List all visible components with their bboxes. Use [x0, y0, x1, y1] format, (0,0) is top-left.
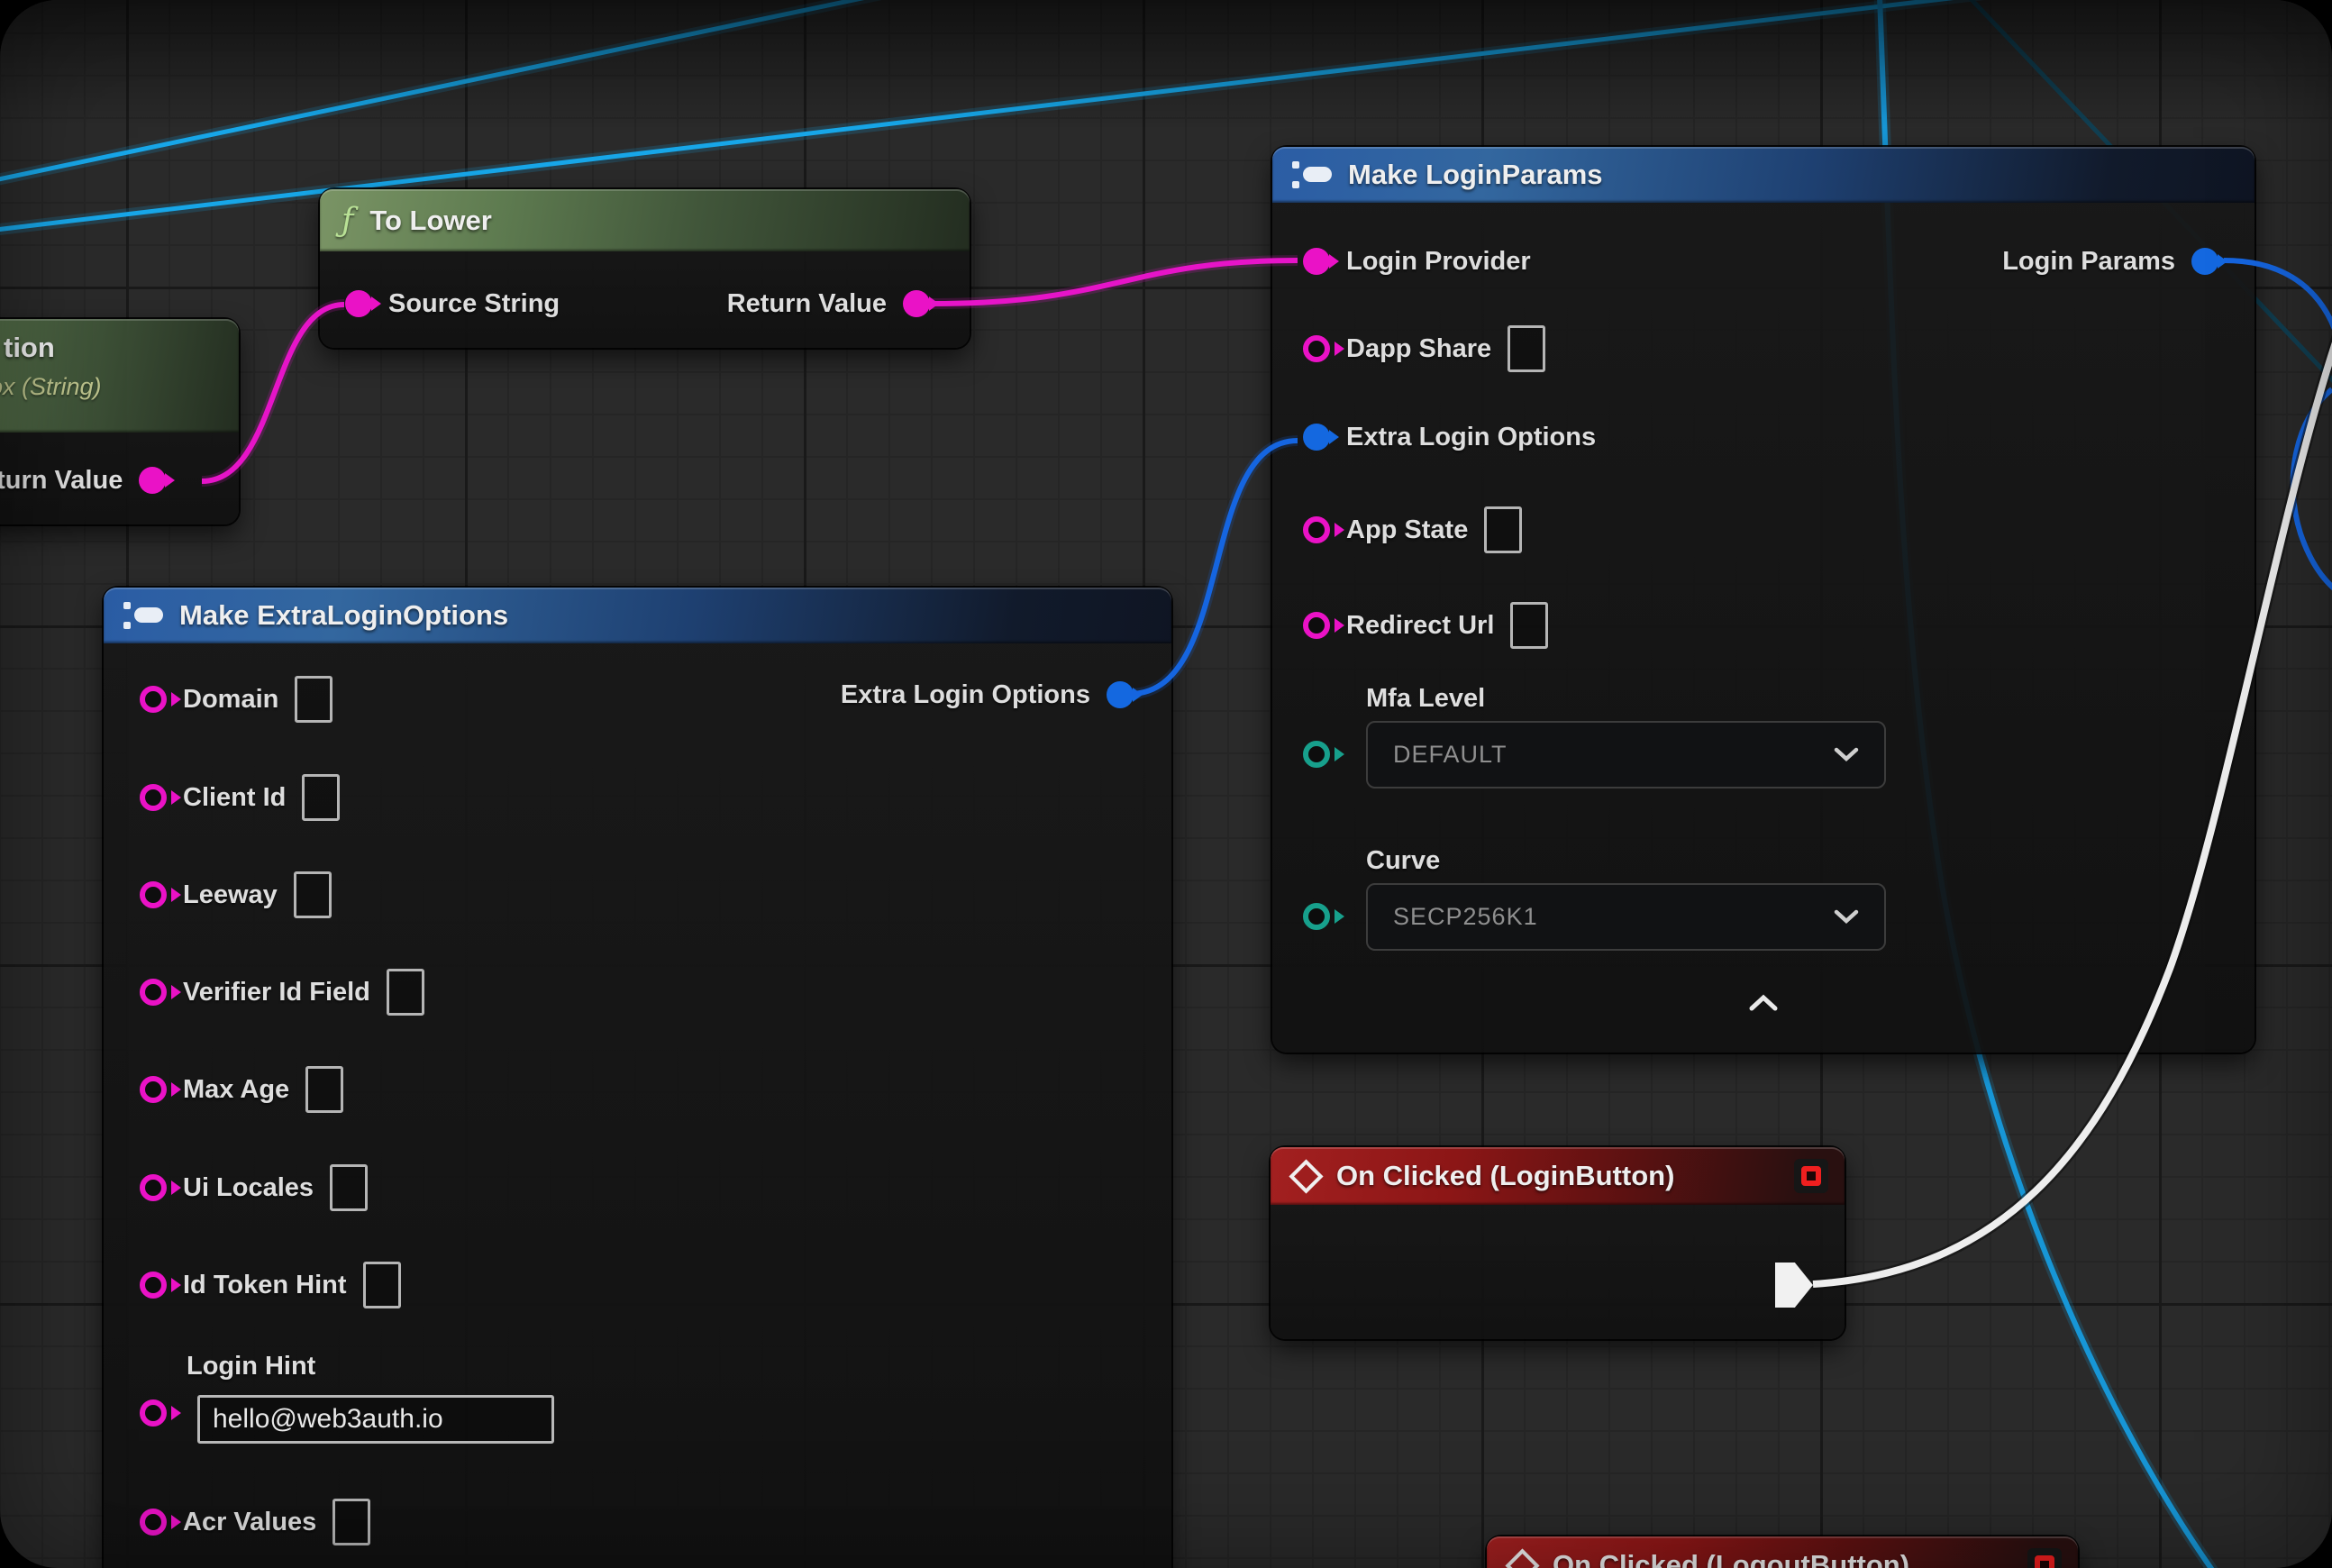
function-icon: ƒ: [342, 202, 353, 239]
pin-label: Max Age: [183, 1075, 289, 1105]
return-value-pin[interactable]: [139, 467, 166, 494]
login-params-out-pin[interactable]: [2191, 248, 2218, 275]
node-make-login-params[interactable]: Make LoginParams Login Params Login Prov…: [1272, 147, 2255, 1053]
login-provider-pin[interactable]: [1303, 248, 1330, 275]
curve-dropdown[interactable]: SECP256K1: [1366, 883, 1886, 951]
node-title: To Lower: [369, 205, 491, 237]
pin-label: Redirect Url: [1346, 611, 1494, 641]
pin-label: Extra Login Options: [841, 680, 1090, 710]
node-header: Make ExtraLoginOptions: [104, 588, 1171, 643]
leeway-value-box[interactable]: [294, 871, 332, 918]
event-diamond-icon: [1505, 1548, 1539, 1568]
dapp-share-value-box[interactable]: [1508, 325, 1545, 372]
mfa-level-label: Mfa Level: [1366, 684, 1485, 714]
node-to-lower-header: ƒ To Lower: [320, 189, 970, 251]
pin-label: Verifier Id Field: [183, 978, 370, 1007]
redirect-url-pin[interactable]: [1303, 612, 1330, 639]
pin-label: Leeway: [183, 880, 278, 910]
node-subtitle: ox (String): [0, 373, 102, 401]
extra-login-options-in-pin[interactable]: [1303, 424, 1330, 451]
domain-value-box[interactable]: [295, 676, 332, 723]
login-hint-input[interactable]: [197, 1395, 554, 1444]
id-token-hint-value-box[interactable]: [363, 1262, 401, 1308]
dapp-share-pin[interactable]: [1303, 335, 1330, 362]
bound-event-icon: [2027, 1548, 2062, 1568]
ui-locales-value-box[interactable]: [330, 1164, 368, 1211]
mfa-level-value: DEFAULT: [1393, 741, 1508, 769]
pin-label: Extra Login Options: [1346, 423, 1596, 452]
node-make-extra-login-options[interactable]: Make ExtraLoginOptions Extra Login Optio…: [104, 588, 1171, 1568]
extra-login-options-out-pin[interactable]: [1107, 681, 1134, 708]
node-title: Make ExtraLoginOptions: [179, 599, 508, 632]
pin-label: Ui Locales: [183, 1173, 314, 1203]
acr-values-value-box[interactable]: [332, 1499, 370, 1545]
pin-label: Login Params: [2002, 247, 2175, 277]
exec-out-pin[interactable]: [1775, 1263, 1813, 1308]
make-struct-icon: [1292, 159, 1334, 191]
chevron-up-icon: [1748, 994, 1779, 1012]
node-header: On Clicked (LoginButton): [1271, 1147, 1845, 1205]
node-text-getter[interactable]: tion ox (String) eturn Value: [0, 319, 239, 524]
leeway-pin[interactable]: [140, 881, 167, 908]
make-struct-icon: [123, 599, 165, 632]
curve-value: SECP256K1: [1393, 903, 1538, 931]
pin-label: Dapp Share: [1346, 334, 1491, 364]
chevron-down-icon: [1834, 909, 1859, 925]
id-token-hint-pin[interactable]: [140, 1272, 167, 1299]
pin-label: Id Token Hint: [183, 1271, 347, 1300]
domain-pin[interactable]: [140, 686, 167, 713]
node-title: On Clicked (LogoutButton): [1553, 1549, 1909, 1568]
pin-label: Login Provider: [1346, 247, 1531, 277]
pin-label: Client Id: [183, 783, 286, 813]
node-text-getter-header: tion ox (String): [0, 319, 239, 433]
node-to-lower[interactable]: ƒ To Lower Source String Return Value: [320, 189, 970, 348]
pin-label: Source String: [388, 289, 560, 319]
bound-event-icon: [1794, 1159, 1828, 1193]
pin-label: Return Value: [727, 289, 887, 319]
verifier-id-field-pin[interactable]: [140, 979, 167, 1006]
node-title: On Clicked (LoginButton): [1336, 1160, 1674, 1192]
event-diamond-icon: [1289, 1159, 1323, 1193]
pin-label: Domain: [183, 685, 278, 715]
return-value-pin[interactable]: [903, 290, 930, 317]
login-hint-pin[interactable]: [140, 1399, 167, 1427]
client-id-pin[interactable]: [140, 784, 167, 811]
mfa-level-pin[interactable]: [1303, 741, 1330, 768]
pin-label: Acr Values: [183, 1508, 316, 1537]
redirect-url-value-box[interactable]: [1510, 602, 1548, 649]
ui-locales-pin[interactable]: [140, 1174, 167, 1201]
collapse-node-button[interactable]: [1272, 983, 2255, 1023]
blueprint-canvas[interactable]: tion ox (String) eturn Value ƒ To Lower …: [0, 0, 2332, 1568]
node-on-clicked-login-button[interactable]: On Clicked (LoginButton): [1271, 1147, 1845, 1339]
curve-pin[interactable]: [1303, 903, 1330, 930]
source-string-pin[interactable]: [345, 290, 372, 317]
node-title: Make LoginParams: [1348, 159, 1603, 191]
client-id-value-box[interactable]: [302, 774, 340, 821]
node-title: tion: [4, 332, 55, 364]
app-state-pin[interactable]: [1303, 516, 1330, 543]
max-age-pin[interactable]: [140, 1076, 167, 1103]
curve-label: Curve: [1366, 846, 1440, 876]
wire-cyan-a-glow: [0, 0, 982, 185]
node-on-clicked-logout-button[interactable]: On Clicked (LogoutButton): [1487, 1536, 2078, 1568]
max-age-value-box[interactable]: [305, 1066, 343, 1113]
node-header: On Clicked (LogoutButton): [1487, 1536, 2078, 1568]
pin-label: App State: [1346, 515, 1468, 545]
pin-label: eturn Value: [0, 466, 123, 496]
node-header: Make LoginParams: [1272, 147, 2255, 203]
acr-values-pin[interactable]: [140, 1509, 167, 1536]
login-hint-label: Login Hint: [187, 1352, 315, 1381]
chevron-down-icon: [1834, 747, 1859, 762]
mfa-level-dropdown[interactable]: DEFAULT: [1366, 721, 1886, 789]
verifier-id-field-value-box[interactable]: [387, 969, 424, 1016]
wire-cyan-a: [0, 0, 982, 185]
app-state-value-box[interactable]: [1484, 506, 1522, 553]
